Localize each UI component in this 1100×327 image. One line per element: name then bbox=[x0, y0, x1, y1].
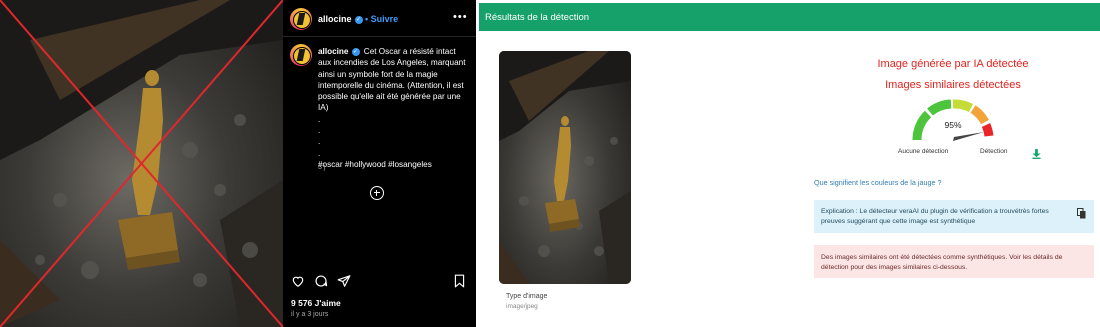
heart-icon[interactable] bbox=[291, 274, 305, 288]
gauge-min-label: Aucune détection bbox=[898, 148, 949, 155]
caption-text: Cet Oscar a résisté intact aux incendies… bbox=[318, 47, 466, 113]
gauge-needle bbox=[953, 132, 984, 141]
comment-time: 3 j bbox=[318, 164, 326, 171]
caption-username[interactable]: allocine bbox=[318, 47, 349, 56]
caption-dot: . bbox=[318, 137, 321, 147]
results-header: Résultats de la détection bbox=[479, 3, 1100, 31]
bookmark-icon[interactable] bbox=[453, 274, 466, 288]
like-count[interactable]: 9 576 J'aime bbox=[291, 298, 341, 308]
similar-images-text: Des images similaires ont été détectées … bbox=[821, 254, 1063, 271]
gauge-colors-link[interactable]: Que signifient les couleurs de la jauge … bbox=[814, 178, 941, 187]
gauge-max-label: Détection bbox=[980, 148, 1008, 155]
post-photo[interactable] bbox=[0, 0, 283, 327]
follow-button[interactable]: • Suivre bbox=[365, 14, 398, 24]
divider bbox=[283, 36, 476, 37]
caption-dot: . bbox=[318, 126, 321, 136]
download-icon[interactable] bbox=[1032, 149, 1041, 159]
similar-detected-heading: Images similaires détectées bbox=[885, 79, 1021, 91]
image-type-value: image/jpeg bbox=[506, 303, 538, 310]
analyzed-image bbox=[499, 51, 631, 284]
verified-icon: ✓ bbox=[351, 47, 360, 56]
caption-avatar[interactable] bbox=[290, 44, 312, 66]
post-sidebar: allocine ✓ • Suivre ••• allocine ✓ Cet Osc… bbox=[283, 0, 476, 327]
results-title: Résultats de la détection bbox=[485, 12, 590, 23]
oscar-statue-image bbox=[0, 0, 283, 327]
share-icon[interactable] bbox=[337, 274, 351, 288]
verified-icon: ✓ bbox=[354, 15, 363, 24]
copy-icon[interactable] bbox=[1077, 208, 1086, 219]
avatar[interactable] bbox=[290, 8, 312, 30]
explanation-box: Explication : Le détecteur veraAI du plu… bbox=[814, 200, 1094, 233]
post-caption: allocine ✓ Cet Oscar a résisté intact aux… bbox=[318, 46, 468, 170]
gauge-percent: 95% bbox=[944, 120, 962, 130]
image-type-label: Type d'image bbox=[506, 293, 548, 300]
caption-dot: . bbox=[318, 148, 321, 158]
instagram-post: allocine ✓ • Suivre ••• allocine ✓ Cet Osc… bbox=[0, 0, 476, 327]
explanation-text: Explication : Le détecteur veraAI du plu… bbox=[821, 208, 1049, 225]
add-comment-icon[interactable] bbox=[370, 186, 384, 200]
more-options-icon[interactable]: ••• bbox=[453, 11, 468, 23]
comment-icon[interactable] bbox=[314, 274, 328, 288]
post-date: il y a 3 jours bbox=[291, 311, 329, 318]
oscar-statue-image bbox=[499, 51, 631, 284]
detection-panel: Résultats de la détection Type d'image i… bbox=[479, 0, 1100, 327]
username[interactable]: allocine bbox=[318, 14, 352, 24]
post-author[interactable]: allocine ✓ bbox=[318, 14, 365, 24]
caption-dot: . bbox=[318, 114, 321, 124]
hashtags[interactable]: #oscar #hollywood #losangeles bbox=[318, 159, 468, 170]
post-actions bbox=[283, 272, 476, 292]
ai-detected-heading: Image générée par IA détectée bbox=[877, 58, 1029, 70]
follow-label[interactable]: Suivre bbox=[371, 14, 399, 24]
similar-images-box: Des images similaires ont été détectées … bbox=[814, 245, 1094, 278]
